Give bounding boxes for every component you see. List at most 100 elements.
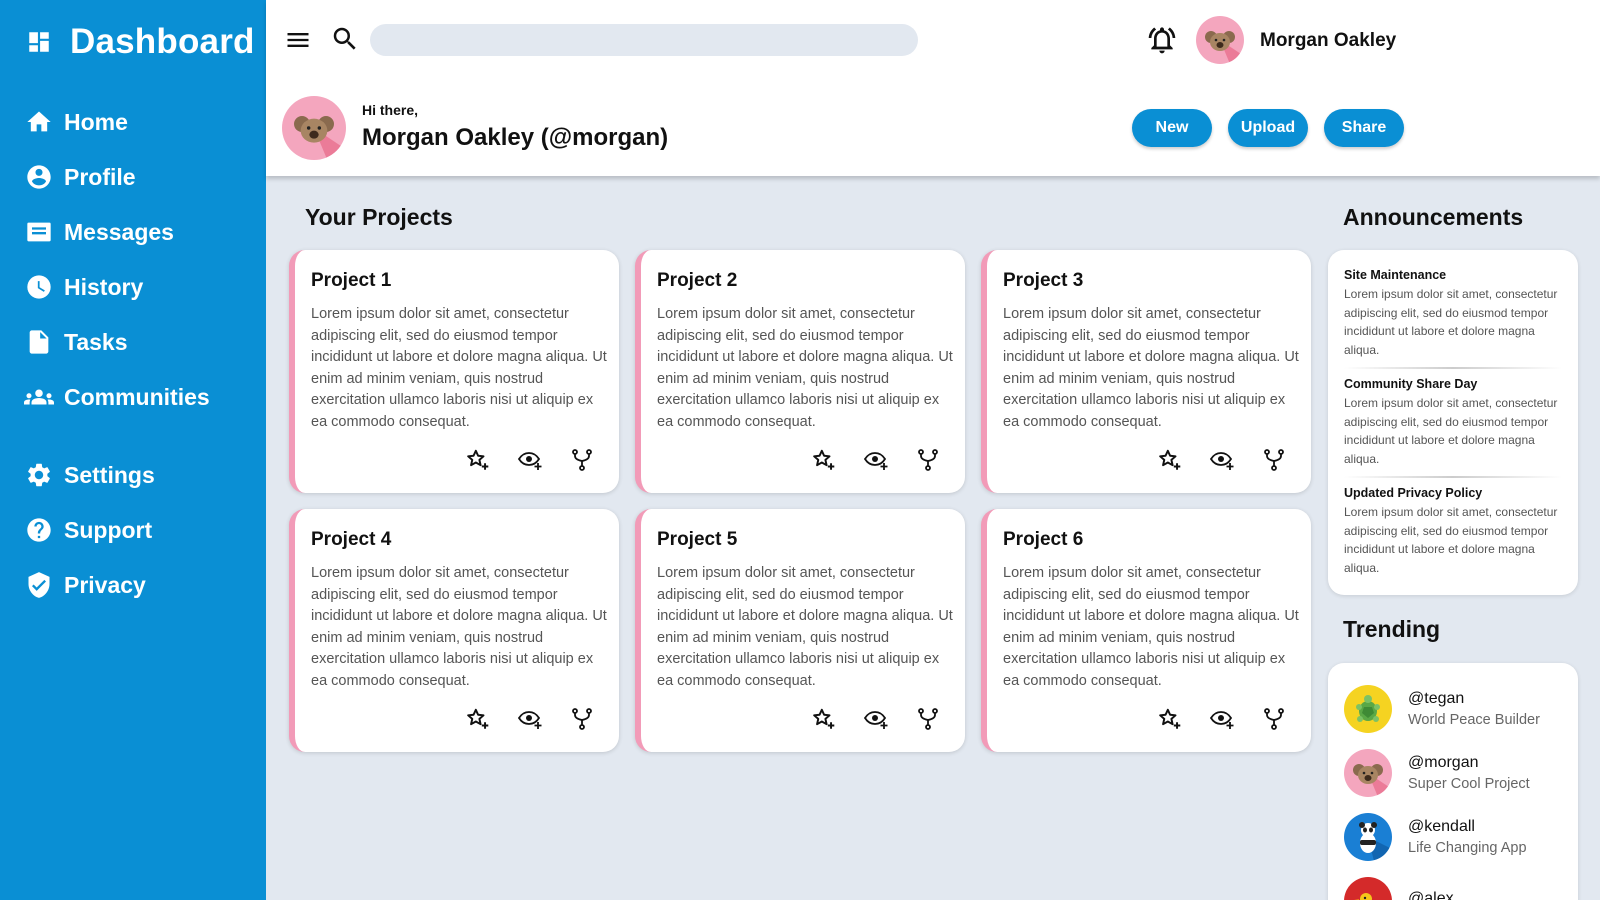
star-add-icon[interactable] [465, 706, 491, 732]
panda-icon [1359, 822, 1392, 861]
announcement-body: Lorem ipsum dolor sit amet, consectetur … [1344, 396, 1558, 466]
dashboard-icon [29, 32, 49, 52]
trending-heading: Trending [1343, 616, 1441, 642]
menu-icon[interactable] [284, 26, 312, 54]
announcement-item[interactable]: Site Maintenance Lorem ipsum dolor sit a… [1344, 268, 1562, 365]
fork-icon[interactable] [915, 447, 941, 473]
trending-item[interactable]: @kendall Life Changing App [1344, 805, 1562, 869]
star-add-icon[interactable] [811, 447, 837, 473]
announcement-body: Lorem ipsum dolor sit amet, consectetur … [1344, 287, 1558, 357]
sidebar-item-profile[interactable]: Profile [24, 157, 136, 197]
sidebar-item-label: Tasks [64, 328, 128, 355]
sidebar-item-communities[interactable]: Communities [24, 377, 210, 417]
announcement-item[interactable]: Community Share Day Lorem ipsum dolor si… [1344, 377, 1562, 474]
announcement-body: Lorem ipsum dolor sit amet, consectetur … [1344, 505, 1558, 575]
project-description: Lorem ipsum dolor sit amet, consectetur … [1003, 565, 1299, 689]
divider [1344, 367, 1562, 369]
trending-handle: @morgan [1408, 754, 1479, 771]
watch-add-icon[interactable] [517, 706, 543, 732]
project-title: Project 1 [311, 270, 392, 291]
sidebar-item-support[interactable]: Support [24, 510, 152, 550]
shield-icon [24, 570, 54, 600]
turtle-avatar [1344, 685, 1392, 733]
announcements-heading: Announcements [1343, 204, 1524, 230]
fork-icon[interactable] [1261, 447, 1287, 473]
brand[interactable]: Dashboard [26, 22, 255, 62]
sidebar: Dashboard Home Profile Messages History … [0, 0, 266, 900]
trending-item[interactable]: @alex [1344, 869, 1562, 900]
sidebar-item-label: History [64, 273, 144, 300]
watch-add-icon[interactable] [1209, 706, 1235, 732]
sidebar-item-messages[interactable]: Messages [24, 212, 174, 252]
sidebar-item-history[interactable]: History [24, 267, 143, 307]
duck-icon [1354, 893, 1372, 900]
watch-add-icon[interactable] [863, 447, 889, 473]
trending-item[interactable]: @morgan Super Cool Project [1344, 741, 1562, 805]
search-icon[interactable] [330, 24, 360, 54]
announcement-item[interactable]: Updated Privacy Policy Lorem ipsum dolor… [1344, 486, 1562, 583]
user-full-name: Morgan Oakley (@morgan) [362, 124, 669, 151]
star-add-icon[interactable] [811, 706, 837, 732]
trending-panel: @tegan World Peace Builder @morgan Super… [1328, 663, 1578, 900]
project-description: Lorem ipsum dolor sit amet, consectetur … [1003, 306, 1299, 430]
sidebar-item-label: Messages [64, 218, 174, 245]
announcement-title: Updated Privacy Policy [1344, 486, 1483, 500]
fork-icon[interactable] [569, 706, 595, 732]
trending-project: Super Cool Project [1408, 776, 1530, 792]
header: Morgan Oakley Hi there, Morgan Oakley (@… [266, 0, 1600, 176]
share-button[interactable]: Share [1324, 109, 1404, 147]
project-description: Lorem ipsum dolor sit amet, consectetur … [657, 565, 953, 689]
avatar[interactable] [1196, 16, 1244, 64]
project-card[interactable]: Project 6 Lorem ipsum dolor sit amet, con… [981, 509, 1311, 752]
projects-heading: Your Projects [305, 204, 453, 230]
star-add-icon[interactable] [1157, 706, 1183, 732]
bell-icon[interactable] [1146, 24, 1178, 56]
announcements-panel: Site Maintenance Lorem ipsum dolor sit a… [1328, 250, 1578, 595]
sidebar-item-home[interactable]: Home [24, 102, 128, 142]
project-title: Project 5 [657, 529, 738, 550]
fork-icon[interactable] [1261, 706, 1287, 732]
project-card[interactable]: Project 1 Lorem ipsum dolor sit amet, con… [289, 250, 619, 493]
upload-button[interactable]: Upload [1228, 109, 1308, 147]
help-icon [24, 515, 54, 545]
trending-handle: @kendall [1408, 818, 1475, 835]
trending-item[interactable]: @tegan World Peace Builder [1344, 677, 1562, 741]
project-title: Project 3 [1003, 270, 1084, 291]
watch-add-icon[interactable] [517, 447, 543, 473]
watch-add-icon[interactable] [863, 706, 889, 732]
search-input[interactable] [370, 24, 918, 56]
sidebar-item-settings[interactable]: Settings [24, 455, 155, 495]
fork-icon[interactable] [569, 447, 595, 473]
project-card[interactable]: Project 3 Lorem ipsum dolor sit amet, con… [981, 250, 1311, 493]
star-add-icon[interactable] [1157, 447, 1183, 473]
username[interactable]: Morgan Oakley [1260, 30, 1396, 52]
project-card[interactable]: Project 4 Lorem ipsum dolor sit amet, con… [289, 509, 619, 752]
document-icon [24, 327, 54, 357]
project-card[interactable]: Project 2 Lorem ipsum dolor sit amet, con… [635, 250, 965, 493]
announcement-title: Community Share Day [1344, 377, 1478, 391]
sidebar-item-tasks[interactable]: Tasks [24, 322, 128, 362]
project-card[interactable]: Project 5 Lorem ipsum dolor sit amet, con… [635, 509, 965, 752]
sidebar-item-label: Support [64, 516, 153, 543]
card-actions [465, 447, 595, 473]
sidebar-item-label: Home [64, 108, 128, 135]
new-button[interactable]: New [1132, 109, 1212, 147]
gear-icon [24, 460, 54, 490]
clock-icon [24, 272, 54, 302]
koala-icon [1353, 764, 1392, 797]
profile-icon [24, 162, 54, 192]
trending-project: World Peace Builder [1408, 712, 1540, 728]
watch-add-icon[interactable] [1209, 447, 1235, 473]
star-add-icon[interactable] [465, 447, 491, 473]
messages-icon [24, 217, 54, 247]
project-title: Project 4 [311, 529, 392, 550]
home-icon [24, 107, 54, 137]
duck-avatar [1344, 877, 1392, 900]
fork-icon[interactable] [915, 706, 941, 732]
sidebar-item-label: Settings [64, 461, 155, 488]
card-actions [1157, 447, 1287, 473]
card-actions [465, 706, 595, 732]
announcement-title: Site Maintenance [1344, 268, 1447, 282]
sidebar-item-privacy[interactable]: Privacy [24, 565, 146, 605]
people-icon [24, 382, 54, 412]
